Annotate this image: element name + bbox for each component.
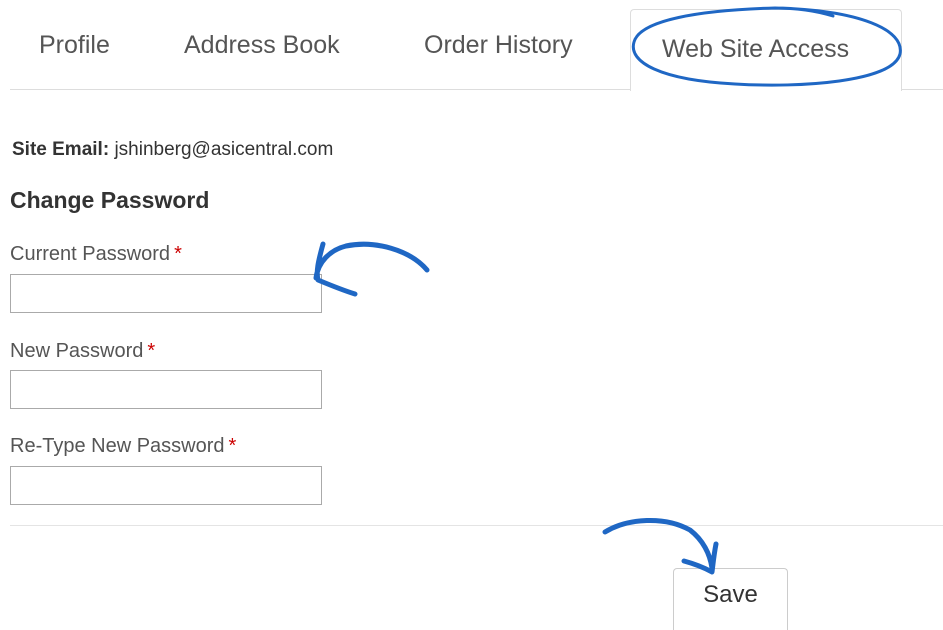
required-marker: *	[147, 340, 156, 362]
current-password-label-text: Current Password	[10, 243, 171, 265]
change-password-title: Change Password	[10, 187, 210, 213]
required-marker: *	[228, 435, 237, 457]
new-password-label: New Password *	[10, 340, 155, 363]
save-button[interactable]: Save	[673, 568, 788, 630]
account-page: Profile Address Book Order History Web S…	[0, 0, 943, 630]
site-email-row: Site Email: jshinberg@asicentral.com	[12, 139, 333, 161]
tab-web-site-access[interactable]: Web Site Access	[630, 9, 902, 91]
current-password-label: Current Password *	[10, 243, 182, 266]
annotation-arrow-current-password	[313, 241, 430, 297]
retype-password-label-text: Re-Type New Password	[10, 435, 225, 457]
current-password-input[interactable]	[10, 274, 322, 313]
required-marker: *	[174, 243, 182, 265]
tab-bar: Profile Address Book Order History Web S…	[0, 0, 943, 91]
new-password-input[interactable]	[10, 370, 322, 409]
tab-order-history[interactable]: Order History	[424, 31, 573, 60]
tab-profile[interactable]: Profile	[39, 31, 110, 60]
retype-password-input[interactable]	[10, 466, 322, 505]
retype-password-label: Re-Type New Password *	[10, 435, 236, 458]
annotation-arrow-save	[602, 518, 719, 575]
site-email-label: Site Email:	[12, 139, 110, 160]
annotation-overlay	[313, 6, 902, 575]
site-email-value: jshinberg@asicentral.com	[114, 139, 334, 160]
tab-web-site-access-label: Web Site Access	[662, 35, 850, 63]
tab-address-book[interactable]: Address Book	[184, 31, 340, 60]
form-divider	[10, 525, 943, 526]
new-password-label-text: New Password	[10, 340, 144, 362]
